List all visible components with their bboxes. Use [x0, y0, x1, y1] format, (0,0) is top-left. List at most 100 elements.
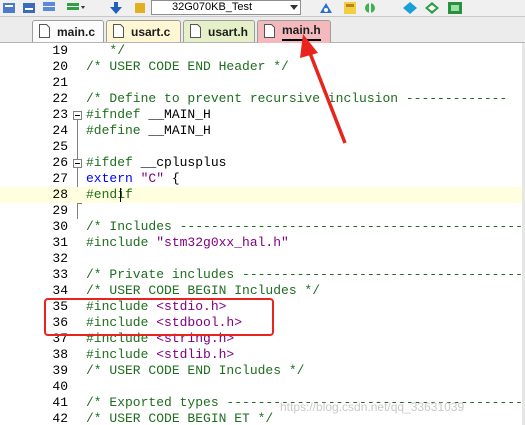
line-number: 20 [52, 59, 68, 74]
code-text: #include "stm32g0xx_hal.h" [86, 235, 289, 251]
code-token: __MAIN_H [148, 107, 211, 122]
code-token: #ifdef [86, 155, 141, 170]
chevron-down-icon [290, 5, 298, 10]
code-token: /* USER CODE BEGIN ET */ [86, 411, 274, 425]
code-line[interactable]: 40 [0, 379, 525, 395]
h-file-icon [190, 24, 201, 38]
watermark-text: https://blog.csdn.net/qq_33631039 [280, 400, 465, 414]
code-text: #include <stdlib.h> [86, 347, 234, 363]
code-line[interactable]: 38 #include <stdlib.h> [0, 347, 525, 363]
text-caret [120, 188, 121, 202]
code-line[interactable]: 31 #include "stm32g0xx_hal.h" [0, 235, 525, 251]
tab-usart-c[interactable]: usart.c [106, 20, 181, 42]
line-number: 32 [52, 251, 68, 266]
code-line[interactable]: 24 #define __MAIN_H [0, 123, 525, 139]
code-line[interactable]: 20 /* USER CODE END Header */ [0, 59, 525, 75]
line-number: 41 [52, 395, 68, 410]
code-line[interactable]: 28 #endif [0, 187, 525, 203]
code-text: /* USER CODE END Header */ [86, 59, 289, 75]
code-text: /* USER CODE BEGIN Includes */ [86, 283, 320, 299]
code-line[interactable]: 39 /* USER CODE END Includes */ [0, 363, 525, 379]
code-line[interactable]: 33 /* Private includes ------------------… [0, 267, 525, 283]
line-number: 34 [52, 283, 68, 298]
tab-main-h[interactable]: main.h [257, 20, 331, 43]
rebuild-icon[interactable] [22, 1, 36, 15]
c-file-icon [39, 24, 50, 38]
line-number: 19 [52, 43, 68, 58]
tab-label: usart.c [131, 25, 171, 39]
code-token: /* Private includes --------------------… [86, 267, 525, 282]
code-line[interactable]: 30 /* Includes --------------------------… [0, 219, 525, 235]
tab-label: usart.h [208, 25, 249, 39]
line-number: 42 [52, 411, 68, 425]
line-number: 40 [52, 379, 68, 394]
batch-build-icon[interactable] [42, 1, 56, 15]
line-number: 24 [52, 123, 68, 138]
code-editor[interactable]: 19 */20/* USER CODE END Header */21 22/* … [0, 43, 525, 425]
load-icon[interactable] [133, 1, 147, 15]
code-text: #ifndef __MAIN_H [86, 107, 211, 123]
build-icon[interactable] [2, 1, 16, 15]
line-number: 30 [52, 219, 68, 234]
select-packs-icon[interactable] [402, 1, 418, 15]
line-number: 39 [52, 363, 68, 378]
code-text: #define __MAIN_H [86, 123, 211, 139]
code-text: /* Define to prevent recursive inclusion… [86, 91, 507, 107]
code-line[interactable]: 23 #ifndef __MAIN_H [0, 107, 525, 123]
code-text: */ [86, 43, 125, 59]
code-line[interactable]: 32 [0, 251, 525, 267]
code-token: "C" [140, 171, 165, 186]
code-token: #ifndef [86, 107, 149, 122]
code-text: extern "C" { [86, 171, 180, 187]
code-token: /* USER CODE END Header */ [86, 59, 289, 74]
file-extensions-icon[interactable] [343, 1, 357, 15]
line-number: 38 [52, 347, 68, 362]
line-number: 26 [52, 155, 68, 170]
code-token: /* USER CODE END Includes */ [86, 363, 305, 378]
code-line[interactable]: 22 /* Define to prevent recursive inclusi… [0, 91, 525, 107]
code-token: #include [86, 347, 157, 362]
line-number: 22 [52, 91, 68, 106]
code-token: #endif [86, 187, 133, 202]
code-token: extern [86, 171, 141, 186]
toolbar: 32G070KB_Test [0, 0, 525, 17]
line-number: 27 [52, 171, 68, 186]
code-text: /* USER CODE END Includes */ [86, 363, 304, 379]
code-text: #endif [86, 187, 133, 203]
code-line[interactable]: 29 [0, 203, 525, 219]
code-token: __MAIN_H [148, 123, 211, 138]
line-number: 28 [52, 187, 68, 202]
manage-rte-icon[interactable] [362, 1, 378, 15]
code-token: /* USER CODE BEGIN Includes */ [86, 283, 321, 298]
code-token: /* Define to prevent recursive inclusion… [86, 91, 508, 106]
tab-label: main.c [57, 25, 96, 39]
code-line[interactable]: 25 [0, 139, 525, 155]
c-file-icon [113, 24, 124, 38]
options-for-target-icon[interactable] [318, 1, 334, 15]
tab-usart-h[interactable]: usart.h [183, 20, 255, 42]
code-line[interactable]: 27 extern "C" { [0, 171, 525, 187]
device-database-icon[interactable] [447, 1, 463, 15]
code-line[interactable]: 26 #ifdef __cplusplus [0, 155, 525, 171]
target-select[interactable]: 32G070KB_Test [151, 0, 301, 15]
editor-tab-bar: main.c usart.c usart.h main.h [0, 17, 525, 43]
stack-icon[interactable] [66, 1, 86, 15]
code-token: #include [86, 235, 157, 250]
pack-installer-icon[interactable] [424, 1, 440, 15]
code-token: #define [86, 123, 149, 138]
line-number: 29 [52, 203, 68, 218]
code-text: #ifdef __cplusplus [86, 155, 226, 171]
download-icon[interactable] [108, 1, 124, 15]
code-line[interactable]: 19 */ [0, 43, 525, 59]
line-number: 23 [52, 107, 68, 122]
line-number: 33 [52, 267, 68, 282]
h-file-icon [264, 24, 275, 38]
code-token: __cplusplus [140, 155, 227, 170]
line-number: 21 [52, 75, 68, 90]
code-token: "stm32g0xx_hal.h" [156, 235, 289, 250]
code-text: /* USER CODE BEGIN ET */ [86, 411, 273, 425]
tab-main-c[interactable]: main.c [32, 20, 104, 42]
code-line[interactable]: 21 [0, 75, 525, 91]
target-select-value: 32G070KB_Test [172, 1, 253, 13]
code-line[interactable]: 34 /* USER CODE BEGIN Includes */ [0, 283, 525, 299]
